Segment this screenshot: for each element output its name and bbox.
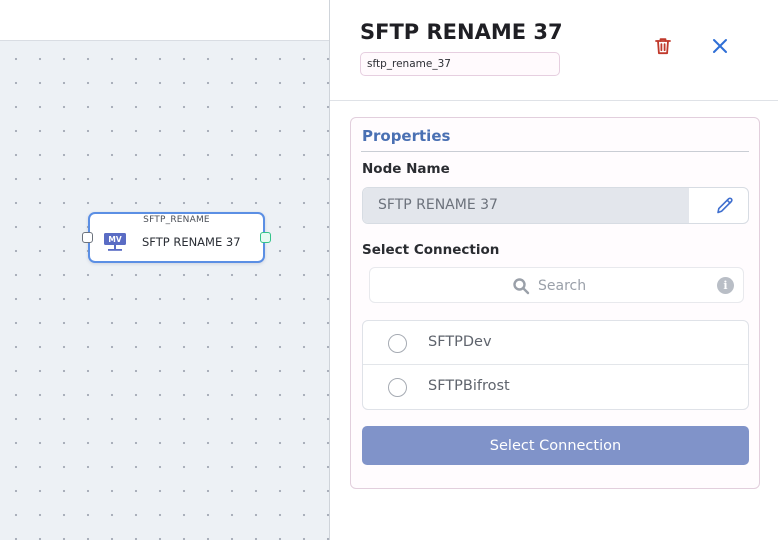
connection-option-sftpdev[interactable]: SFTPDev <box>363 321 748 365</box>
properties-heading: Properties <box>362 127 451 145</box>
connection-search: i <box>369 267 744 303</box>
select-connection-button[interactable]: Select Connection <box>362 426 749 465</box>
connection-list: SFTPDev SFTPBifrost <box>362 320 749 410</box>
close-panel-button[interactable] <box>707 33 733 59</box>
search-input[interactable] <box>538 273 708 299</box>
radio-button[interactable] <box>388 378 407 397</box>
workflow-node-sftp-rename[interactable]: SFTP_RENAME MV SFTP RENAME 37 <box>82 212 271 263</box>
node-properties-panel: SFTP RENAME 37 sftp_rename_37 Properties… <box>330 0 778 540</box>
node-name-value: SFTP RENAME 37 <box>363 188 689 223</box>
trash-icon <box>655 38 671 55</box>
delete-node-button[interactable] <box>650 33 676 59</box>
connection-option-label: SFTPDev <box>428 334 492 350</box>
panel-header: SFTP RENAME 37 sftp_rename_37 <box>330 0 778 101</box>
node-name-field: SFTP RENAME 37 <box>362 187 749 224</box>
node-type-label: SFTP_RENAME <box>143 215 210 225</box>
node-icon-text: MV <box>108 235 121 244</box>
workflow-canvas[interactable]: SFTP_RENAME MV SFTP RENAME 37 <box>0 0 330 540</box>
node-name-label: Node Name <box>362 161 450 177</box>
properties-divider <box>361 151 749 152</box>
connection-option-sftpbifrost[interactable]: SFTPBifrost <box>363 365 748 409</box>
canvas-toolbar <box>0 0 330 41</box>
properties-section: Properties Node Name SFTP RENAME 37 Sele… <box>350 117 760 489</box>
edit-node-name-button[interactable] <box>714 196 736 216</box>
close-icon <box>713 39 727 53</box>
node-id-field[interactable]: sftp_rename_37 <box>360 52 560 76</box>
mv-file-transfer-icon: MV <box>104 233 126 251</box>
input-port[interactable] <box>82 232 93 243</box>
pencil-icon <box>717 197 733 214</box>
radio-button[interactable] <box>388 334 407 353</box>
output-port[interactable] <box>260 232 271 243</box>
panel-title: SFTP RENAME 37 <box>360 20 563 44</box>
node-title: SFTP RENAME 37 <box>142 235 241 249</box>
select-connection-label: Select Connection <box>362 242 500 258</box>
connection-option-label: SFTPBifrost <box>428 378 510 394</box>
search-icon <box>513 278 530 295</box>
info-icon[interactable]: i <box>717 277 734 294</box>
canvas-grid[interactable] <box>0 41 330 540</box>
